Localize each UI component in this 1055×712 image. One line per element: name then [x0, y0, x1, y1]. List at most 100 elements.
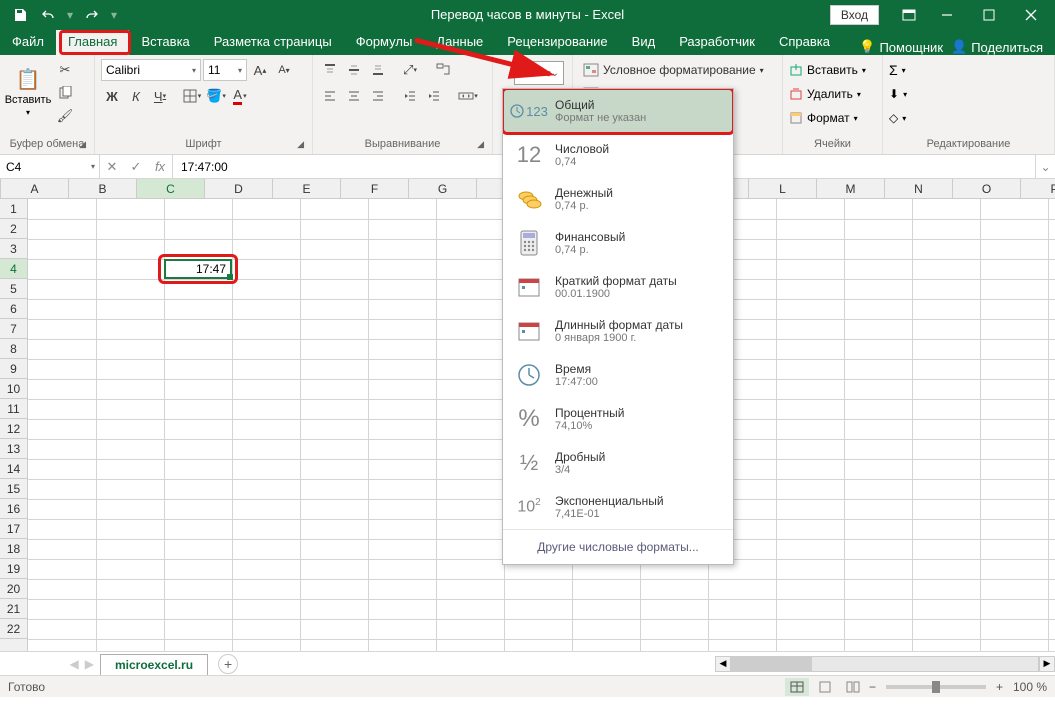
row-header[interactable]: 4	[0, 259, 27, 279]
page-layout-view-icon[interactable]	[813, 678, 837, 696]
tab-help[interactable]: Справка	[767, 30, 842, 55]
tab-data[interactable]: Данные	[424, 30, 495, 55]
row-header[interactable]: 19	[0, 559, 27, 579]
format-option-процентный[interactable]: %Процентный74,10%	[503, 397, 733, 441]
column-header[interactable]: P	[1021, 179, 1055, 198]
dialog-launcher-icon[interactable]: ◢	[79, 139, 86, 150]
conditional-format-button[interactable]: Условное форматирование▾	[583, 59, 764, 81]
tell-me-button[interactable]: 💡Помощник	[859, 39, 943, 55]
cut-icon[interactable]: ✂	[54, 59, 76, 81]
row-header[interactable]: 15	[0, 479, 27, 499]
column-header[interactable]: F	[341, 179, 409, 198]
align-right-icon[interactable]	[367, 85, 389, 107]
font-name-select[interactable]: Calibri▾	[101, 59, 201, 81]
save-icon[interactable]	[8, 3, 32, 27]
orientation-icon[interactable]: ⤢▾	[399, 59, 421, 81]
tab-view[interactable]: Вид	[620, 30, 668, 55]
align-top-icon[interactable]	[319, 59, 341, 81]
expand-formula-bar-icon[interactable]: ⌄	[1035, 155, 1055, 178]
decrease-indent-icon[interactable]	[399, 85, 421, 107]
row-header[interactable]: 2	[0, 219, 27, 239]
format-option-длинный-формат-даты[interactable]: Длинный формат даты0 января 1900 г.	[503, 309, 733, 353]
format-option-общий[interactable]: 123ОбщийФормат не указан	[503, 89, 733, 133]
maximize-icon[interactable]	[969, 0, 1009, 29]
column-header[interactable]: C	[137, 179, 205, 198]
sheet-nav-next-icon[interactable]: ▶	[85, 657, 94, 671]
row-header[interactable]: 10	[0, 379, 27, 399]
fill-color-icon[interactable]: 🪣▾	[205, 85, 227, 107]
row-header[interactable]: 7	[0, 319, 27, 339]
fx-icon[interactable]: fx	[148, 159, 172, 174]
fill-button[interactable]: ⬇▾	[889, 83, 907, 105]
number-format-dropdown[interactable]: ⌄	[514, 61, 564, 85]
row-header[interactable]: 8	[0, 339, 27, 359]
column-header[interactable]: L	[749, 179, 817, 198]
tab-home[interactable]: Главная	[56, 30, 129, 55]
row-header[interactable]: 5	[0, 279, 27, 299]
row-header[interactable]: 6	[0, 299, 27, 319]
font-color-icon[interactable]: A▾	[229, 85, 251, 107]
format-option-краткий-формат-даты[interactable]: Краткий формат даты00.01.1900	[503, 265, 733, 309]
clear-button[interactable]: ◇▾	[889, 107, 906, 129]
increase-font-icon[interactable]: A▴	[249, 59, 271, 81]
row-header[interactable]: 1	[0, 199, 27, 219]
zoom-in-icon[interactable]: +	[996, 680, 1003, 694]
tab-formulas[interactable]: Формулы	[344, 30, 425, 55]
align-center-icon[interactable]	[343, 85, 365, 107]
add-sheet-icon[interactable]: +	[218, 654, 238, 674]
undo-icon[interactable]	[36, 3, 60, 27]
name-box[interactable]: C4▾	[0, 155, 100, 178]
sheet-nav-prev-icon[interactable]: ◀	[70, 657, 79, 671]
horizontal-scrollbar[interactable]: ◀ ▶	[715, 656, 1055, 672]
format-option-время[interactable]: Время17:47:00	[503, 353, 733, 397]
page-break-view-icon[interactable]	[841, 678, 865, 696]
row-header[interactable]: 16	[0, 499, 27, 519]
qat-dropdown-icon[interactable]: ▾	[64, 5, 76, 25]
italic-icon[interactable]: К	[125, 85, 147, 107]
column-header[interactable]: B	[69, 179, 137, 198]
font-size-select[interactable]: 11▾	[203, 59, 247, 81]
row-header[interactable]: 22	[0, 619, 27, 639]
row-header[interactable]: 20	[0, 579, 27, 599]
column-header[interactable]: D	[205, 179, 273, 198]
share-button[interactable]: 👤Поделиться	[951, 39, 1043, 55]
column-header[interactable]: E	[273, 179, 341, 198]
wrap-text-icon[interactable]	[429, 59, 459, 81]
insert-cells-button[interactable]: Вставить▾	[789, 59, 866, 81]
tab-developer[interactable]: Разработчик	[667, 30, 767, 55]
more-formats-link[interactable]: Другие числовые форматы...	[503, 529, 733, 564]
qat-customize-icon[interactable]: ▾	[108, 5, 120, 25]
zoom-level[interactable]: 100 %	[1013, 680, 1047, 694]
align-bottom-icon[interactable]	[367, 59, 389, 81]
normal-view-icon[interactable]	[785, 678, 809, 696]
row-header[interactable]: 21	[0, 599, 27, 619]
format-option-денежный[interactable]: Денежный0,74 р.	[503, 177, 733, 221]
close-icon[interactable]	[1011, 0, 1051, 29]
minimize-icon[interactable]	[927, 0, 967, 29]
zoom-out-icon[interactable]: −	[869, 680, 876, 694]
increase-indent-icon[interactable]	[423, 85, 445, 107]
column-header[interactable]: A	[1, 179, 69, 198]
format-cells-button[interactable]: Формат▾	[789, 107, 858, 129]
align-left-icon[interactable]	[319, 85, 341, 107]
column-header[interactable]: N	[885, 179, 953, 198]
underline-icon[interactable]: Ч ▾	[149, 85, 171, 107]
border-icon[interactable]: ▾	[181, 85, 203, 107]
column-header[interactable]: M	[817, 179, 885, 198]
format-painter-icon[interactable]: 🖌	[54, 105, 76, 127]
cancel-formula-icon[interactable]: ✕	[100, 159, 124, 175]
enter-formula-icon[interactable]: ✓	[124, 159, 148, 175]
row-header[interactable]: 12	[0, 419, 27, 439]
ribbon-display-icon[interactable]	[893, 0, 925, 29]
decrease-font-icon[interactable]: A▾	[273, 59, 295, 81]
column-header[interactable]: O	[953, 179, 1021, 198]
dialog-launcher-icon[interactable]: ◢	[477, 139, 484, 150]
autosum-button[interactable]: Σ▾	[889, 59, 906, 81]
row-header[interactable]: 14	[0, 459, 27, 479]
format-option-дробный[interactable]: ½Дробный3/4	[503, 441, 733, 485]
dialog-launcher-icon[interactable]: ◢	[297, 139, 304, 150]
delete-cells-button[interactable]: Удалить▾	[789, 83, 861, 105]
zoom-slider[interactable]	[886, 685, 986, 689]
row-header[interactable]: 11	[0, 399, 27, 419]
login-button[interactable]: Вход	[830, 5, 879, 25]
